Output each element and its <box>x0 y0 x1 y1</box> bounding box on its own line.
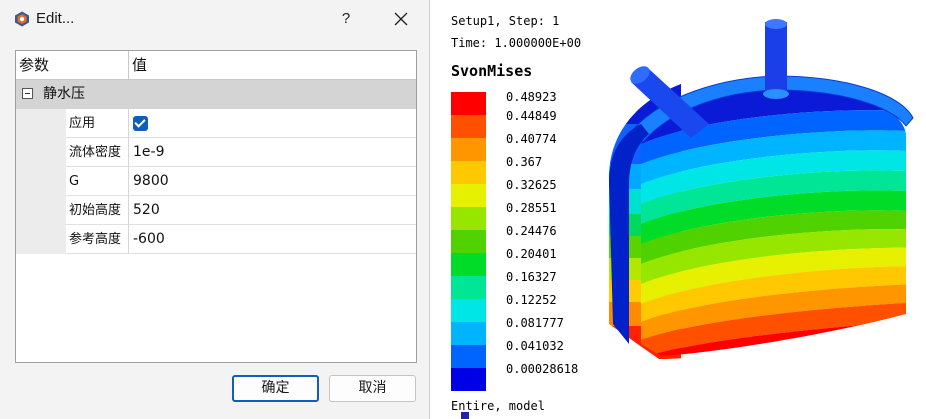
property-grid: 参数 值 静水压 应用 流体密度 1e-9 G 9800 初始高度 520 参考… <box>15 50 417 363</box>
dialog-title: Edit... <box>36 10 75 27</box>
collapse-icon[interactable] <box>22 88 33 99</box>
legend-swatch <box>451 230 486 253</box>
legend-swatch <box>451 322 486 345</box>
help-button[interactable]: ? <box>333 6 359 32</box>
category-row[interactable]: 静水压 <box>16 80 416 109</box>
legend-swatch <box>451 345 486 368</box>
legend-value: 0.44849 <box>506 109 557 123</box>
property-name: 参考高度 <box>66 225 129 254</box>
grid-header: 参数 值 <box>16 51 416 80</box>
property-row-g[interactable]: G 9800 <box>16 167 416 196</box>
axis-triad-icon <box>461 412 469 419</box>
property-value[interactable]: -600 <box>129 225 416 254</box>
legend-value: 0.28551 <box>506 201 557 215</box>
legend-swatch <box>451 276 486 299</box>
legend-value: 0.367 <box>506 155 543 169</box>
property-row-fluid-density[interactable]: 流体密度 1e-9 <box>16 138 416 167</box>
edit-dialog: Edit... ? 参数 值 静水压 应用 流体密度 1e-9 G 9800 初… <box>0 0 430 419</box>
pipe-right <box>763 19 789 99</box>
time-label: Time: 1.000000E+00 <box>451 36 582 50</box>
property-row-apply[interactable]: 应用 <box>16 109 416 138</box>
legend-value: 0.16327 <box>506 270 557 284</box>
column-header-param[interactable]: 参数 <box>16 51 129 80</box>
column-header-value[interactable]: 值 <box>132 51 147 80</box>
cancel-button[interactable]: 取消 <box>329 375 416 402</box>
legend-swatch <box>451 92 486 115</box>
property-value[interactable]: 520 <box>129 196 416 225</box>
setup-step-label: Setup1, Step: 1 <box>451 14 560 28</box>
legend-swatch <box>451 184 486 207</box>
close-icon <box>394 12 408 26</box>
legend-value: 0.041032 <box>506 339 564 353</box>
apply-checkbox[interactable] <box>133 116 148 131</box>
property-name: 流体密度 <box>66 138 129 167</box>
property-name: 初始高度 <box>66 196 129 225</box>
close-button[interactable] <box>387 6 415 32</box>
legend-value: 0.24476 <box>506 224 557 238</box>
legend-value: 0.12252 <box>506 293 557 307</box>
legend-value: 0.20401 <box>506 247 557 261</box>
legend-swatch <box>451 253 486 276</box>
model-render <box>608 19 914 359</box>
property-value[interactable] <box>129 109 416 138</box>
legend-swatch <box>451 368 486 391</box>
legend-value: 0.32625 <box>506 178 557 192</box>
legend-swatch <box>451 207 486 230</box>
legend-swatch <box>451 138 486 161</box>
title-bar[interactable]: Edit... ? <box>0 0 430 38</box>
legend-swatch <box>451 161 486 184</box>
legend-title: SvonMises <box>451 62 533 80</box>
property-row-initial-height[interactable]: 初始高度 520 <box>16 196 416 225</box>
category-label: 静水压 <box>43 86 85 102</box>
property-value[interactable]: 9800 <box>129 167 416 196</box>
legend-value: 0.00028618 <box>506 362 579 376</box>
legend-value: 0.48923 <box>506 90 557 104</box>
ok-button[interactable]: 确定 <box>232 375 319 402</box>
property-value[interactable]: 1e-9 <box>129 138 416 167</box>
app-logo-icon <box>15 11 29 27</box>
result-viewport[interactable]: Setup1, Step: 1 Time: 1.000000E+00 SvonM… <box>441 0 926 419</box>
property-name: 应用 <box>66 109 129 138</box>
footer-label: Entire, model <box>451 399 545 413</box>
legend-value: 0.081777 <box>506 316 564 330</box>
property-row-reference-height[interactable]: 参考高度 -600 <box>16 225 416 254</box>
legend-swatch <box>451 299 486 322</box>
legend-swatch <box>451 115 486 138</box>
property-name: G <box>66 167 129 196</box>
legend-value: 0.40774 <box>506 132 557 146</box>
